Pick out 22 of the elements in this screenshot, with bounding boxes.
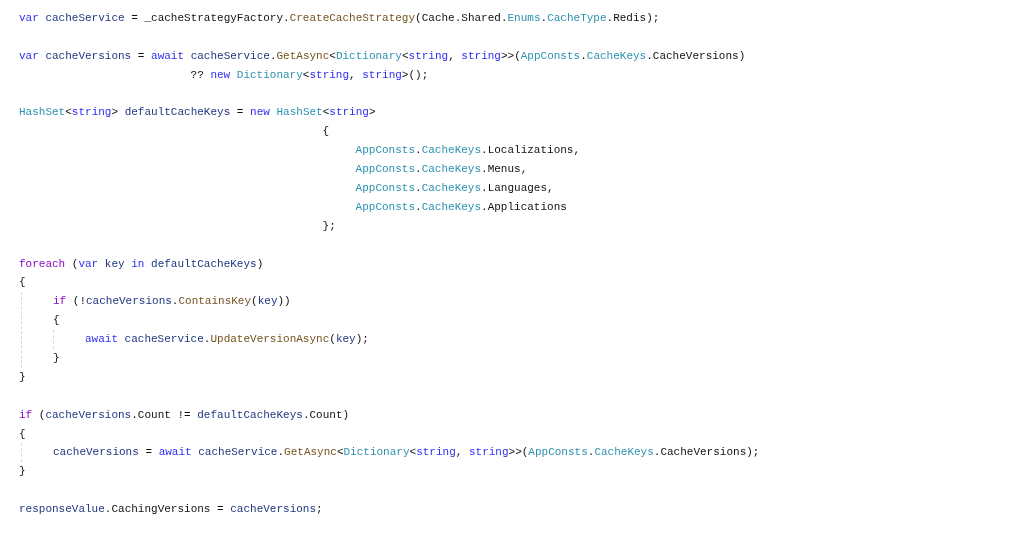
code-line: responseValue.CachingVersions = cacheVersions; (19, 503, 323, 516)
code-line: if (cacheVersions.Count != defaultCacheKeys.Count) (19, 408, 350, 421)
code-line: } (53, 352, 60, 365)
code-line: cacheVersions = await cacheService.GetAsync<Dictionary<string, string>>(AppConsts.CacheKeys.CacheVersions); (53, 446, 760, 459)
code-line: await cacheService.UpdateVersionAsync(key); (85, 333, 369, 346)
code-line: }; (322, 219, 336, 232)
code-line: AppConsts.CacheKeys.Localizations, (355, 144, 581, 157)
code-line: AppConsts.CacheKeys.Menus, (355, 163, 528, 176)
code-line: { (53, 314, 60, 327)
code-line: { (19, 276, 26, 289)
code-line: AppConsts.CacheKeys.Languages, (355, 182, 554, 194)
code-line: ?? new Dictionary<string, string>(); (190, 68, 429, 81)
code-line: var cacheVersions = await cacheService.GetAsync<Dictionary<string, string>>(AppConsts.CacheKeys.CacheVersions) (19, 49, 746, 62)
code-line: } (19, 370, 26, 383)
code-line: AppConsts.CacheKeys.Applications (355, 200, 567, 213)
code-line: if (!cacheVersions.ContainsKey(key)) (53, 295, 291, 308)
code-line: { (19, 427, 26, 440)
code-line: HashSet<string> defaultCacheKeys = new HashSet<string> (19, 106, 376, 119)
code-line: { (322, 125, 330, 138)
code-line: var cacheService = _cacheStrategyFactory.CreateCacheStrategy(Cache.Shared.Enums.CacheType.Redis); (19, 12, 660, 24)
code-line: foreach (var key in defaultCacheKeys) (19, 257, 264, 270)
code-line: } (19, 465, 26, 478)
